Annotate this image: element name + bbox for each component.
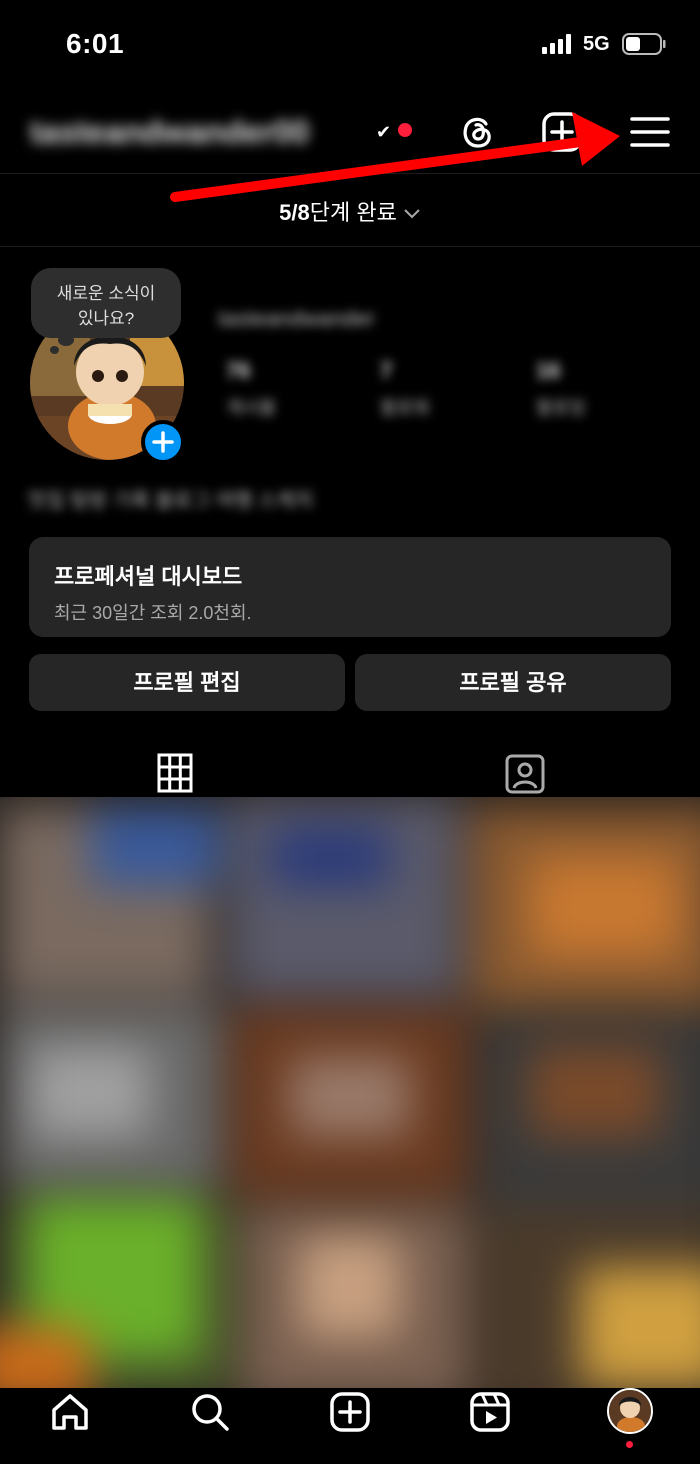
dashboard-title: 프로페셔널 대시보드 xyxy=(54,564,243,589)
reels-icon[interactable] xyxy=(468,1390,512,1434)
bubble-tail xyxy=(58,334,74,346)
hamburger-menu-icon[interactable] xyxy=(628,110,672,154)
notification-dot xyxy=(398,123,412,137)
bubble-tail-small xyxy=(50,346,59,354)
profile-bio: 맛집 탐방 기록 블로그 여행 스케치 xyxy=(28,490,314,512)
add-post-icon[interactable] xyxy=(540,110,584,154)
stat-following[interactable]: 16 팔로잉 xyxy=(536,358,636,420)
username[interactable]: tasteandwander00 xyxy=(30,114,309,151)
edit-profile-button[interactable]: 프로필 편집 xyxy=(29,654,345,711)
signal-icon xyxy=(542,34,571,54)
stat-posts[interactable]: 76 게시물 xyxy=(226,358,326,420)
progress-label: 5/8단계 완료 xyxy=(279,195,421,227)
chevron-down-icon xyxy=(404,209,420,219)
grid-icon[interactable] xyxy=(154,750,198,796)
checkmark-icon: ✔ xyxy=(376,122,392,142)
display-name: tasteandwander xyxy=(218,306,375,331)
profile-notification-dot xyxy=(626,1441,633,1448)
note-bubble[interactable]: 새로운 소식이 있나요? xyxy=(31,268,181,338)
tagged-icon[interactable] xyxy=(502,750,546,796)
create-icon[interactable] xyxy=(328,1390,372,1434)
dashboard-subtitle: 최근 30일간 조회 2.0천회. xyxy=(54,603,252,623)
stat-followers[interactable]: 7 팔로워 xyxy=(380,358,480,420)
post-grid-images xyxy=(0,797,700,1390)
battery-icon xyxy=(622,33,666,55)
profile-header: tasteandwander00 ✔ xyxy=(0,96,700,174)
threads-icon[interactable] xyxy=(456,110,500,154)
post-grid[interactable] xyxy=(0,797,700,1390)
profile-tab-avatar[interactable] xyxy=(607,1388,653,1434)
home-icon[interactable] xyxy=(48,1390,92,1434)
status-bar: 6:01 5G xyxy=(0,0,700,90)
search-icon[interactable] xyxy=(188,1390,232,1434)
professional-dashboard[interactable]: 프로페셔널 대시보드 최근 30일간 조회 2.0천회. xyxy=(29,537,671,637)
setup-progress[interactable]: 5/8단계 완료 xyxy=(0,175,700,247)
network-label: 5G xyxy=(583,33,610,55)
avatar-thumbnail xyxy=(609,1390,651,1432)
add-story-icon[interactable] xyxy=(141,420,185,464)
share-profile-button[interactable]: 프로필 공유 xyxy=(355,654,671,711)
bottom-nav xyxy=(0,1388,700,1464)
status-time: 6:01 xyxy=(66,28,125,59)
